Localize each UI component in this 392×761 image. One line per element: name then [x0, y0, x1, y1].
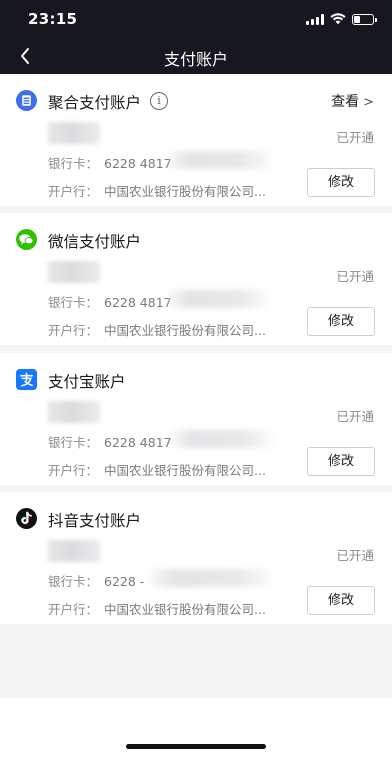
account-title: 抖音支付账户	[48, 512, 142, 530]
blurred-account-name	[48, 261, 100, 283]
bank-card-number: 6228 -	[104, 574, 145, 589]
bank-card-label: 银行卡：	[48, 156, 99, 171]
bank-card-number: 6228 4817	[104, 295, 172, 310]
opening-bank-row: 开户行： 中国农业银行股份有限公司...	[48, 320, 266, 339]
opening-bank-label: 开户行：	[48, 184, 99, 199]
aggregate-pay-icon	[16, 90, 37, 111]
opening-bank-label: 开户行：	[48, 463, 99, 478]
blurred-card-digits	[168, 151, 272, 169]
account-card-alipay: 支付宝账户 已开通 银行卡： 6228 4817 开户行： 中国农业银行股份有限公司…	[0, 353, 392, 485]
account-card-douyin: 抖音支付账户 已开通 银行卡： 6228 - 开户行： 中国农业银行股份有限公司..…	[0, 492, 392, 624]
opening-bank-value: 中国农业银行股份有限公司...	[104, 463, 266, 478]
blurred-card-digits	[168, 290, 268, 308]
bank-card-label: 银行卡：	[48, 435, 99, 450]
home-indicator[interactable]	[126, 744, 266, 749]
opening-bank-label: 开户行：	[48, 602, 99, 617]
bank-card-row: 银行卡： 6228 -	[48, 571, 144, 590]
edit-button[interactable]: 修改	[307, 586, 375, 615]
status-time: 23:15	[28, 10, 78, 28]
edit-button[interactable]: 修改	[307, 168, 375, 197]
wifi-icon	[330, 13, 346, 25]
top-bar: 23:15 支付账户	[0, 0, 392, 74]
signal-icon	[306, 13, 324, 25]
opening-bank-value: 中国农业银行股份有限公司...	[104, 323, 266, 338]
bank-card-number: 6228 4817	[104, 156, 172, 171]
opening-bank-row: 开户行： 中国农业银行股份有限公司...	[48, 460, 266, 479]
bank-card-row: 银行卡： 6228 4817	[48, 432, 172, 451]
opening-bank-row: 开户行： 中国农业银行股份有限公司...	[48, 181, 266, 200]
account-card-wechat: 微信支付账户 已开通 银行卡： 6228 4817 开户行： 中国农业银行股份有限公…	[0, 213, 392, 345]
status-badge: 已开通	[336, 409, 374, 424]
account-title: 微信支付账户	[48, 233, 142, 251]
blurred-account-name	[48, 122, 100, 144]
view-label: 查看	[331, 94, 360, 110]
battery-icon	[352, 13, 377, 25]
account-card-aggregate: 聚合支付账户 i 查看 > 已开通 银行卡： 6228 4817 开户行： 中国农业银…	[0, 74, 392, 206]
blurred-account-name	[48, 401, 100, 423]
page-title: 支付账户	[163, 50, 228, 69]
wechat-icon	[16, 229, 37, 250]
bank-card-number: 6228 4817	[104, 435, 172, 450]
nav-bar: 支付账户	[0, 38, 392, 74]
opening-bank-value: 中国农业银行股份有限公司...	[104, 184, 266, 199]
blurred-account-name	[48, 540, 100, 562]
status-bar: 23:15	[0, 0, 392, 38]
bottom-strip	[0, 698, 392, 761]
info-icon[interactable]: i	[150, 92, 168, 110]
empty-area	[0, 627, 392, 698]
status-icons	[306, 13, 377, 25]
bank-card-row: 银行卡： 6228 4817	[48, 292, 172, 311]
opening-bank-value: 中国农业银行股份有限公司...	[104, 602, 266, 617]
status-badge: 已开通	[336, 269, 374, 284]
bank-card-label: 银行卡：	[48, 574, 99, 589]
account-title: 支付宝账户	[48, 373, 126, 391]
edit-button[interactable]: 修改	[307, 307, 375, 336]
douyin-icon	[16, 508, 37, 529]
blurred-card-digits	[150, 569, 272, 587]
chevron-right-icon: >	[363, 95, 374, 110]
account-title: 聚合支付账户	[48, 94, 142, 112]
alipay-icon	[16, 369, 37, 390]
blurred-card-digits	[172, 430, 272, 448]
view-link[interactable]: 查看 >	[331, 91, 374, 111]
bank-card-row: 银行卡： 6228 4817	[48, 153, 172, 172]
opening-bank-label: 开户行：	[48, 323, 99, 338]
opening-bank-row: 开户行： 中国农业银行股份有限公司...	[48, 599, 266, 618]
bank-card-label: 银行卡：	[48, 295, 99, 310]
edit-button[interactable]: 修改	[307, 447, 375, 476]
status-badge: 已开通	[336, 548, 374, 563]
status-badge: 已开通	[336, 130, 374, 145]
